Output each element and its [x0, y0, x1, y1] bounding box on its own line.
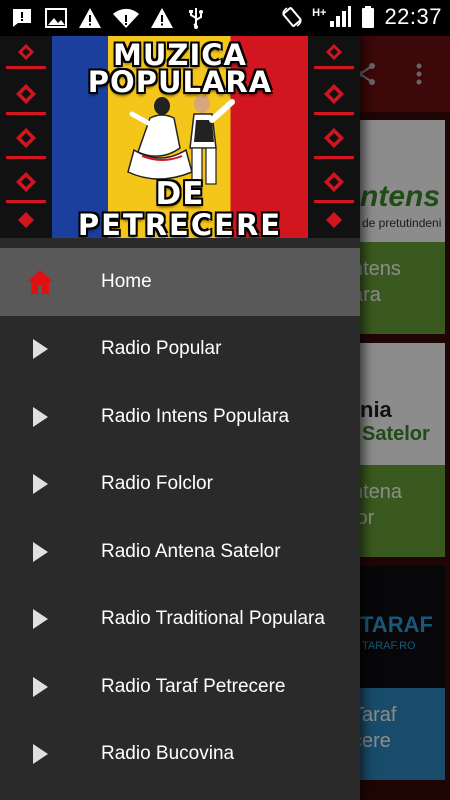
network-type-label: H+: [312, 7, 327, 19]
drawer-header-banner: MUZICA POPULARA DE PETRECERE: [0, 36, 360, 238]
status-bar: H+ 22:37: [0, 0, 450, 36]
menu-item-radio-intens-populara[interactable]: Radio Intens Populara: [0, 383, 360, 451]
rotate-icon: [280, 5, 304, 29]
home-icon: [26, 268, 54, 296]
signal-icon: [328, 5, 352, 29]
clock: 22:37: [384, 4, 442, 29]
drawer-menu: Home Radio Popular Radio Intens Populara…: [0, 248, 360, 788]
play-arrow-icon: [26, 673, 54, 701]
menu-item-label: Radio Taraf Petrecere: [101, 675, 286, 697]
play-arrow-icon: [26, 403, 54, 431]
banner-title-line4: PETRECERE: [77, 208, 283, 238]
menu-item-home[interactable]: Home: [0, 248, 360, 316]
play-arrow-icon: [26, 470, 54, 498]
menu-item-radio-traditional-populara[interactable]: Radio Traditional Populara: [0, 586, 360, 654]
warning-icon: [150, 6, 174, 30]
notification-icons: [10, 6, 208, 30]
navigation-drawer: MUZICA POPULARA DE PETRECERE Home Radio …: [0, 36, 360, 800]
menu-item-label: Radio Intens Populara: [101, 405, 290, 427]
menu-item-label: Radio Antena Satelor: [101, 540, 281, 562]
play-arrow-icon: [26, 335, 54, 363]
play-arrow-icon: [26, 740, 54, 768]
menu-item-label: Home: [101, 270, 152, 292]
menu-item-radio-popular[interactable]: Radio Popular: [0, 316, 360, 384]
usb-icon: [184, 6, 208, 30]
menu-item-radio-folclor[interactable]: Radio Folclor: [0, 451, 360, 519]
menu-item-radio-bucovina[interactable]: Radio Bucovina: [0, 721, 360, 789]
message-alert-icon: [10, 6, 34, 30]
menu-item-label: Radio Folclor: [101, 473, 213, 495]
warning-icon: [78, 6, 102, 30]
wifi-warning-icon: [112, 6, 140, 30]
banner-title-line3: DE: [155, 176, 205, 212]
banner-title-line2: POPULARA: [87, 65, 273, 99]
play-arrow-icon: [26, 605, 54, 633]
menu-item-radio-antena-satelor[interactable]: Radio Antena Satelor: [0, 518, 360, 586]
image-icon: [44, 6, 68, 30]
menu-item-label: Radio Bucovina: [101, 743, 235, 765]
battery-icon: [360, 5, 376, 29]
play-arrow-icon: [26, 538, 54, 566]
system-icons: H+ 22:37: [280, 4, 442, 30]
menu-item-radio-taraf-petrecere[interactable]: Radio Taraf Petrecere: [0, 653, 360, 721]
menu-item-label: Radio Traditional Populara: [101, 608, 325, 630]
menu-item-label: Radio Popular: [101, 338, 222, 360]
